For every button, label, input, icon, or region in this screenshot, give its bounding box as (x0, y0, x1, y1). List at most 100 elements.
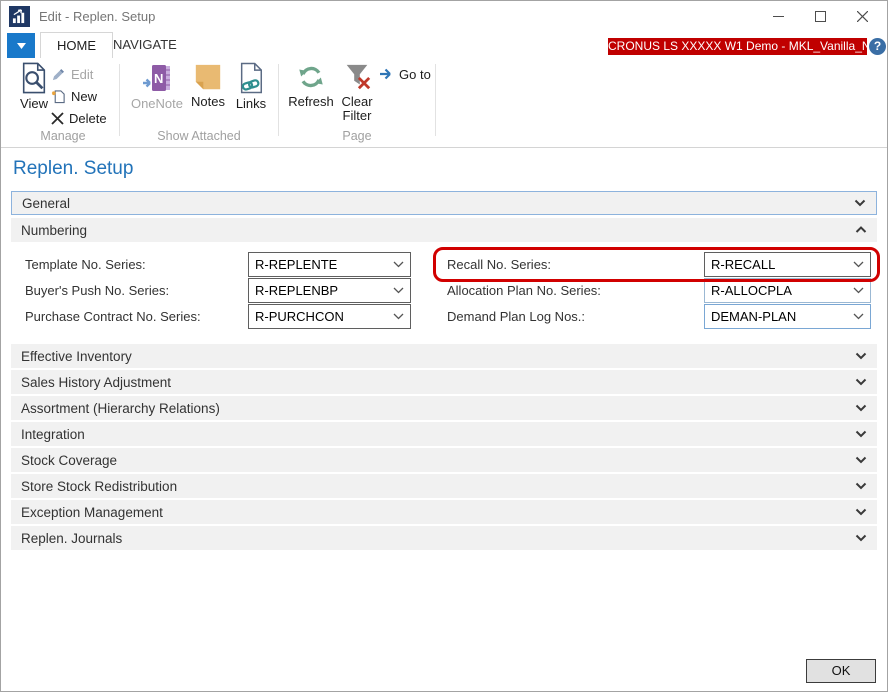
group-divider (435, 64, 436, 136)
title-bar: Edit - Replen. Setup (1, 1, 887, 31)
onenote-icon: N (141, 62, 173, 94)
fasttab-effective-inventory[interactable]: Effective Inventory (11, 344, 877, 368)
page-title: Replen. Setup (13, 158, 133, 180)
fasttab-assortment-hierarchy-relations[interactable]: Assortment (Hierarchy Relations) (11, 396, 877, 420)
new-button[interactable]: New (51, 86, 97, 106)
chevron-down-icon (855, 404, 867, 412)
field-label-allocation-plan-no-series: Allocation Plan No. Series: (447, 278, 601, 303)
onenote-button[interactable]: N OneNote (129, 62, 185, 111)
ok-button[interactable]: OK (806, 659, 876, 683)
refresh-icon (296, 62, 326, 92)
chevron-down-icon (854, 199, 866, 207)
edit-pencil-icon (51, 67, 66, 82)
company-badge[interactable]: CRONUS LS XXXXX W1 Demo - MKL_Vanilla_N.… (608, 38, 867, 55)
fasttab-integration[interactable]: Integration (11, 422, 877, 446)
chevron-down-icon (853, 261, 864, 268)
onenote-label: OneNote (131, 97, 183, 111)
fasttab-exception-management[interactable]: Exception Management (11, 500, 877, 524)
delete-button[interactable]: Delete (51, 108, 107, 128)
chevron-up-icon (855, 226, 867, 234)
combo-buyers-push-no-series[interactable]: R-REPLENBP (248, 278, 411, 303)
refresh-button[interactable]: Refresh (287, 62, 335, 109)
field-label-purchase-contract-no-series: Purchase Contract No. Series: (25, 304, 201, 329)
fasttab-numbering[interactable]: Numbering (11, 218, 877, 242)
links-icon (237, 62, 265, 94)
chevron-down-icon (855, 482, 867, 490)
fasttab-label: Store Stock Redistribution (21, 479, 855, 494)
chevron-down-icon (393, 313, 404, 320)
help-button[interactable]: ? (869, 38, 886, 55)
notes-icon (193, 62, 223, 92)
new-label: New (71, 89, 97, 104)
field-label-recall-no-series: Recall No. Series: (447, 252, 551, 277)
links-button[interactable]: Links (231, 62, 271, 111)
chevron-down-icon (853, 287, 864, 294)
combo-value: DEMAN-PLAN (711, 309, 853, 324)
chevron-down-icon (855, 378, 867, 386)
clear-filter-icon (342, 62, 372, 92)
app-window: Edit - Replen. Setup HOME NAVIGATE CRONU… (0, 0, 888, 692)
goto-label: Go to (399, 67, 431, 82)
fasttab-label: Integration (21, 427, 855, 442)
chevron-down-icon (855, 456, 867, 464)
notes-button[interactable]: Notes (187, 62, 229, 109)
fasttab-general-label: General (22, 196, 854, 211)
clear-filter-label: Clear Filter (337, 95, 377, 123)
tab-navigate[interactable]: NAVIGATE (97, 32, 193, 58)
svg-text:N: N (154, 71, 163, 86)
chevron-down-icon (855, 534, 867, 542)
show-attached-group-label: Show Attached (151, 129, 247, 143)
manage-group-label: Manage (25, 129, 101, 143)
close-button[interactable] (841, 1, 883, 31)
view-button[interactable]: View (15, 62, 53, 111)
notes-label: Notes (191, 95, 225, 109)
combo-value: R-PURCHCON (255, 309, 393, 324)
delete-x-icon (51, 112, 64, 125)
caret-down-icon (17, 43, 26, 49)
fasttab-stock-coverage[interactable]: Stock Coverage (11, 448, 877, 472)
chevron-down-icon (393, 287, 404, 294)
fasttab-label: Effective Inventory (21, 349, 855, 364)
field-label-template-no-series: Template No. Series: (25, 252, 146, 277)
window-title: Edit - Replen. Setup (39, 9, 155, 24)
edit-button[interactable]: Edit (51, 64, 93, 84)
group-divider (119, 64, 120, 136)
window-controls (757, 1, 883, 31)
minimize-button[interactable] (757, 1, 799, 31)
links-label: Links (236, 97, 266, 111)
page-group-label: Page (321, 129, 393, 143)
fasttab-general[interactable]: General (11, 191, 877, 215)
goto-arrow-icon (379, 68, 394, 80)
combo-allocation-plan-no-series[interactable]: R-ALLOCPLA (704, 278, 871, 303)
ribbon-tab-row: HOME NAVIGATE CRONUS LS XXXXX W1 Demo - … (1, 31, 887, 58)
view-icon (19, 62, 49, 94)
fasttab-label: Sales History Adjustment (21, 375, 855, 390)
refresh-label: Refresh (288, 95, 334, 109)
combo-template-no-series[interactable]: R-REPLENTE (248, 252, 411, 277)
combo-purchase-contract-no-series[interactable]: R-PURCHCON (248, 304, 411, 329)
fasttab-replen-journals[interactable]: Replen. Journals (11, 526, 877, 550)
fasttab-numbering-label: Numbering (21, 223, 855, 238)
clear-filter-button[interactable]: Clear Filter (335, 62, 379, 123)
field-label-buyers-push-no-series: Buyer's Push No. Series: (25, 278, 169, 303)
group-divider (278, 64, 279, 136)
fasttab-store-stock-redistribution[interactable]: Store Stock Redistribution (11, 474, 877, 498)
new-document-icon (51, 89, 66, 104)
chevron-down-icon (855, 430, 867, 438)
combo-value: R-REPLENTE (255, 257, 393, 272)
fasttab-label: Replen. Journals (21, 531, 855, 546)
app-menu-button[interactable] (7, 33, 35, 58)
maximize-button[interactable] (799, 1, 841, 31)
delete-label: Delete (69, 111, 107, 126)
fasttab-label: Assortment (Hierarchy Relations) (21, 401, 855, 416)
app-logo-icon (9, 6, 30, 27)
field-label-demand-plan-log-nos: Demand Plan Log Nos.: (447, 304, 585, 329)
chevron-down-icon (853, 313, 864, 320)
combo-recall-no-series[interactable]: R-RECALL (704, 252, 871, 277)
chevron-down-icon (855, 508, 867, 516)
fasttab-sales-history-adjustment[interactable]: Sales History Adjustment (11, 370, 877, 394)
goto-button[interactable]: Go to (379, 64, 431, 84)
edit-label: Edit (71, 67, 93, 82)
combo-demand-plan-log-nos[interactable]: DEMAN-PLAN (704, 304, 871, 329)
combo-value: R-RECALL (711, 257, 853, 272)
